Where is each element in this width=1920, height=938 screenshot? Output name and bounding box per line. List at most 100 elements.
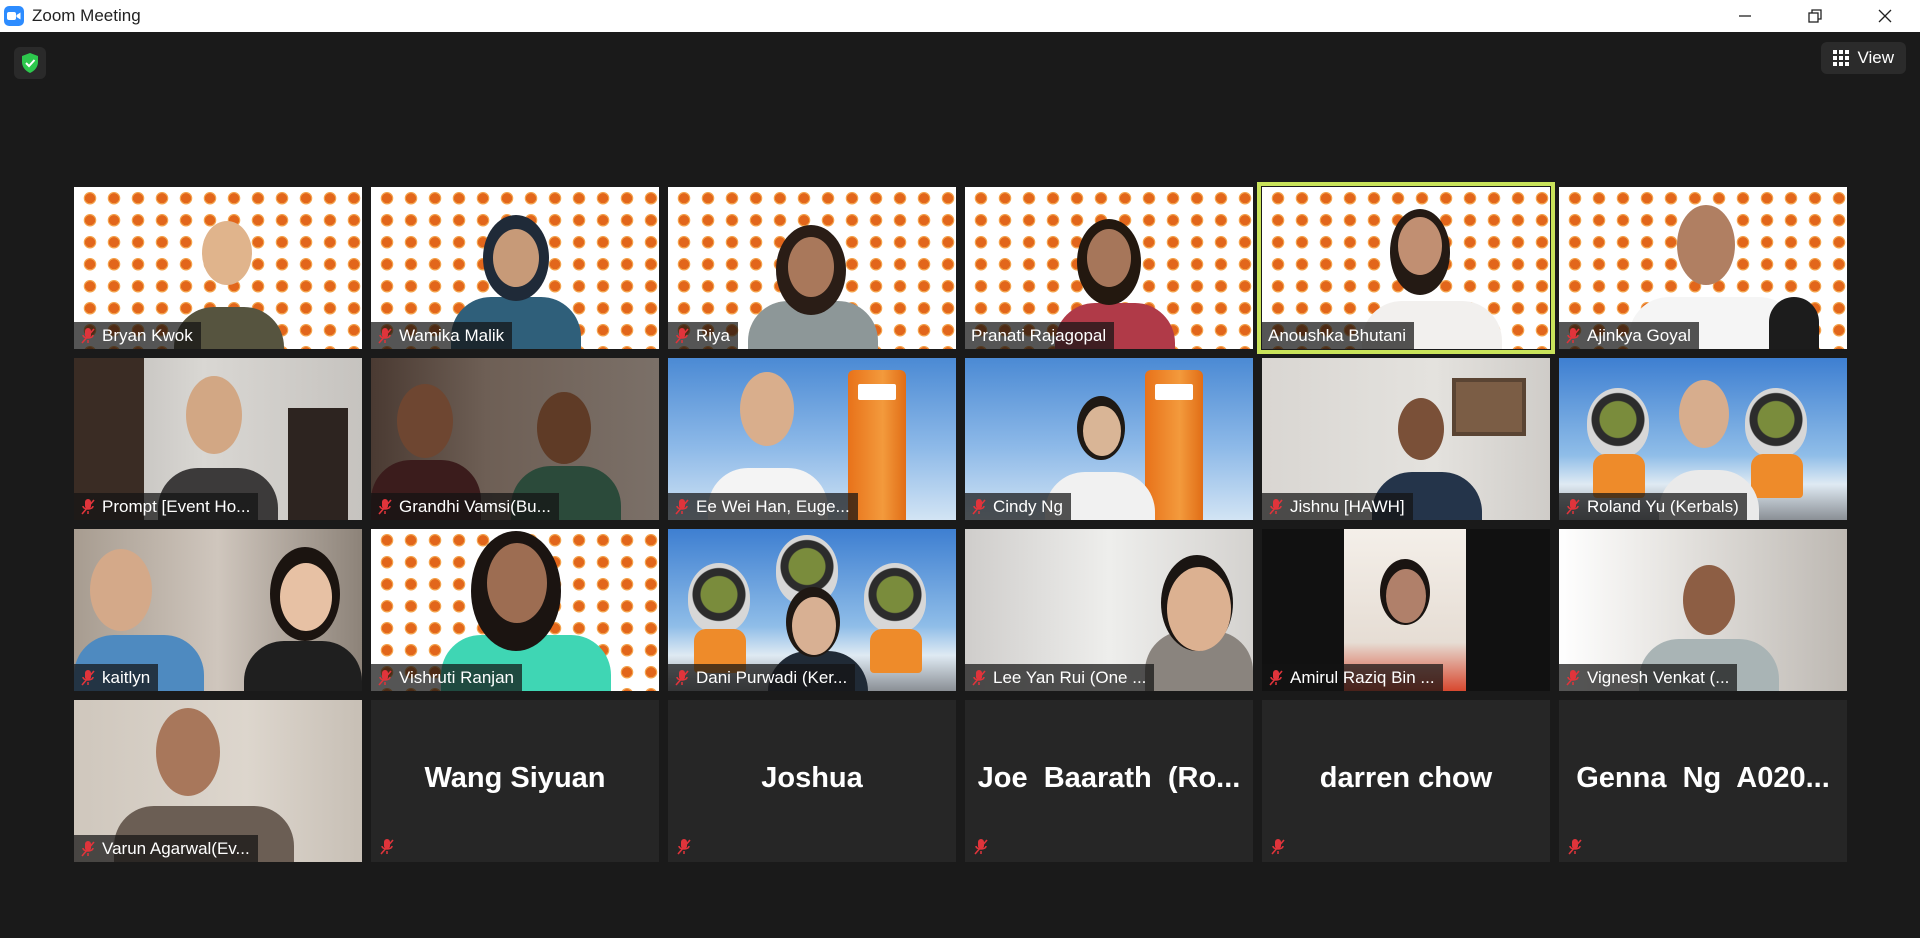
participant-name: Dani Purwadi (Ker... bbox=[696, 667, 848, 687]
video-tile-camera-off[interactable]: Wang Siyuan bbox=[371, 700, 659, 862]
participant-name: Varun Agarwal(Ev... bbox=[102, 838, 250, 858]
video-tile-camera-off[interactable]: darren chow bbox=[1262, 700, 1550, 862]
muted-mic-icon bbox=[675, 498, 689, 515]
participant-name: Lee Yan Rui (One ... bbox=[993, 667, 1147, 687]
participant-name: Riya bbox=[696, 325, 731, 345]
participant-name-label: Vishruti Ranjan bbox=[371, 664, 522, 691]
video-tile[interactable]: kaitlyn bbox=[74, 529, 362, 691]
participant-name-label: Bryan Kwok bbox=[74, 322, 201, 349]
participant-name: Wamika Malik bbox=[399, 325, 505, 345]
video-tile[interactable]: Pranati Rajagopal bbox=[965, 187, 1253, 349]
muted-mic-icon bbox=[1269, 498, 1283, 515]
video-tile[interactable]: Vignesh Venkat (... bbox=[1559, 529, 1847, 691]
participant-name: kaitlyn bbox=[102, 667, 151, 687]
video-tile[interactable]: Vishruti Ranjan bbox=[371, 529, 659, 691]
muted-mic-icon bbox=[972, 498, 986, 515]
muted-mic-icon bbox=[1566, 327, 1580, 344]
muted-mic-icon bbox=[1269, 669, 1283, 686]
video-tile-camera-off[interactable]: Joe Baarath (Ro... bbox=[965, 700, 1253, 862]
participant-name: Jishnu [HAWH] bbox=[1290, 496, 1405, 516]
muted-mic-icon bbox=[378, 327, 392, 344]
participant-name-label: Amirul Raziq Bin ... bbox=[1262, 664, 1443, 691]
muted-mic-icon bbox=[974, 839, 988, 855]
participant-display-name: Genna Ng A020... bbox=[1576, 762, 1830, 794]
video-tile[interactable]: Varun Agarwal(Ev... bbox=[74, 700, 362, 862]
close-icon bbox=[1878, 9, 1892, 23]
view-button[interactable]: View bbox=[1821, 42, 1906, 74]
restore-button[interactable] bbox=[1780, 0, 1850, 32]
video-tile[interactable]: Ee Wei Han, Euge... bbox=[668, 358, 956, 520]
muted-mic-icon bbox=[81, 669, 95, 686]
participant-name-label: Ajinkya Goyal bbox=[1559, 322, 1699, 349]
view-label: View bbox=[1857, 48, 1894, 67]
muted-mic-icon bbox=[1271, 839, 1285, 855]
muted-mic-icon bbox=[81, 498, 95, 515]
participant-name-label: Ee Wei Han, Euge... bbox=[668, 493, 858, 520]
participant-name: Pranati Rajagopal bbox=[971, 325, 1107, 345]
muted-mic-icon bbox=[1566, 498, 1580, 515]
participant-name-label: Lee Yan Rui (One ... bbox=[965, 664, 1155, 691]
participant-name: Vishruti Ranjan bbox=[399, 667, 514, 687]
video-tile[interactable]: Roland Yu (Kerbals) bbox=[1559, 358, 1847, 520]
window-title: Zoom Meeting bbox=[32, 6, 141, 25]
participant-name-label: Dani Purwadi (Ker... bbox=[668, 664, 856, 691]
muted-mic-icon bbox=[675, 327, 689, 344]
video-tile-camera-off[interactable]: Genna Ng A020... bbox=[1559, 700, 1847, 862]
participant-name-label: Roland Yu (Kerbals) bbox=[1559, 493, 1747, 520]
gallery-grid: Bryan Kwok Wamika Malik Riya Pranati Raj… bbox=[74, 182, 1848, 862]
participant-name-label: Grandhi Vamsi(Bu... bbox=[371, 493, 559, 520]
participant-name: Cindy Ng bbox=[993, 496, 1063, 516]
video-tile[interactable]: Riya bbox=[668, 187, 956, 349]
video-tile-active-speaker[interactable]: Anoushka Bhutani bbox=[1257, 182, 1555, 354]
participant-name-label: Cindy Ng bbox=[965, 493, 1071, 520]
muted-mic-icon bbox=[378, 669, 392, 686]
video-tile[interactable]: Bryan Kwok bbox=[74, 187, 362, 349]
participant-name: Ajinkya Goyal bbox=[1587, 325, 1691, 345]
participant-name-label: Varun Agarwal(Ev... bbox=[74, 835, 258, 862]
participant-name: Anoushka Bhutani bbox=[1268, 325, 1406, 345]
muted-mic-icon bbox=[378, 498, 392, 515]
participant-name-label: kaitlyn bbox=[74, 664, 159, 691]
video-tile[interactable]: Cindy Ng bbox=[965, 358, 1253, 520]
muted-mic-icon bbox=[675, 669, 689, 686]
participant-name-label: Vignesh Venkat (... bbox=[1559, 664, 1738, 691]
participant-name-label: Jishnu [HAWH] bbox=[1262, 493, 1413, 520]
title-bar: Zoom Meeting bbox=[0, 0, 1920, 32]
video-tile[interactable]: Lee Yan Rui (One ... bbox=[965, 529, 1253, 691]
muted-mic-icon bbox=[972, 669, 986, 686]
video-tile[interactable]: Dani Purwadi (Ker... bbox=[668, 529, 956, 691]
participant-name: Bryan Kwok bbox=[102, 325, 193, 345]
participant-display-name: Joe Baarath (Ro... bbox=[977, 762, 1241, 794]
participant-name-label: Riya bbox=[668, 322, 739, 349]
video-tile[interactable]: Prompt [Event Ho... bbox=[74, 358, 362, 520]
participant-display-name: Wang Siyuan bbox=[424, 762, 606, 794]
video-tile[interactable]: Ajinkya Goyal bbox=[1559, 187, 1847, 349]
participant-name-label: Anoushka Bhutani bbox=[1262, 322, 1414, 349]
participant-name: Grandhi Vamsi(Bu... bbox=[399, 496, 551, 516]
muted-mic-icon bbox=[1568, 839, 1582, 855]
muted-mic-icon bbox=[81, 840, 95, 857]
security-button[interactable] bbox=[14, 47, 46, 79]
restore-icon bbox=[1808, 9, 1822, 23]
close-button[interactable] bbox=[1850, 0, 1920, 32]
participant-name-label: Pranati Rajagopal bbox=[965, 322, 1115, 349]
muted-mic-icon bbox=[81, 327, 95, 344]
participant-name: Vignesh Venkat (... bbox=[1587, 667, 1730, 687]
video-tile[interactable]: Grandhi Vamsi(Bu... bbox=[371, 358, 659, 520]
participant-name: Ee Wei Han, Euge... bbox=[696, 496, 850, 516]
minimize-icon bbox=[1739, 15, 1751, 17]
muted-mic-icon bbox=[380, 839, 394, 855]
participant-display-name: darren chow bbox=[1319, 762, 1493, 794]
muted-mic-icon bbox=[1566, 669, 1580, 686]
video-tile-camera-off[interactable]: Joshua bbox=[668, 700, 956, 862]
shield-check-icon bbox=[22, 53, 38, 73]
participant-name-label: Prompt [Event Ho... bbox=[74, 493, 259, 520]
zoom-app-icon bbox=[4, 6, 24, 26]
video-tile[interactable]: Jishnu [HAWH] bbox=[1262, 358, 1550, 520]
minimize-button[interactable] bbox=[1710, 0, 1780, 32]
video-tile[interactable]: Amirul Raziq Bin ... bbox=[1262, 529, 1550, 691]
participant-name: Roland Yu (Kerbals) bbox=[1587, 496, 1739, 516]
participant-display-name: Joshua bbox=[761, 762, 863, 794]
video-tile[interactable]: Wamika Malik bbox=[371, 187, 659, 349]
participant-name-label: Wamika Malik bbox=[371, 322, 513, 349]
